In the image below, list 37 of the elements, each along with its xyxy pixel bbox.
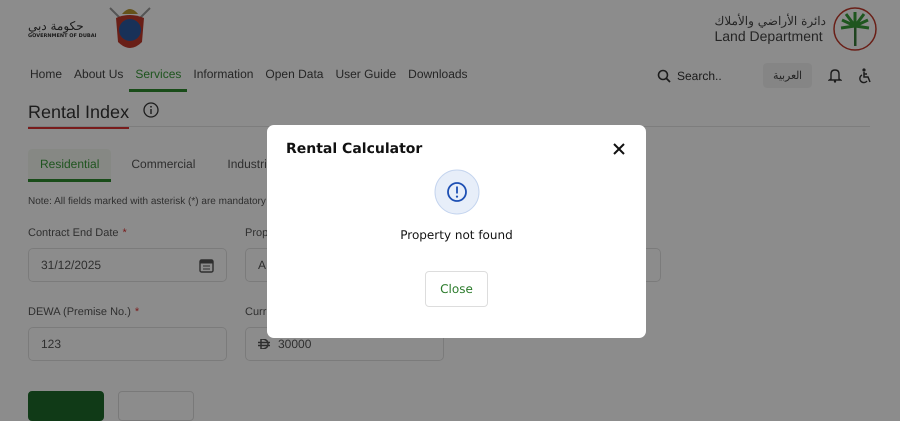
input-field[interactable]: 123 bbox=[28, 327, 227, 361]
nav-link[interactable]: About Us bbox=[68, 63, 130, 86]
logo-arabic-text: دائرة الأراضي والأملاك bbox=[714, 14, 826, 28]
date-field[interactable]: 31/12/2025 bbox=[28, 248, 227, 282]
nav-link[interactable]: Information bbox=[187, 63, 260, 86]
nav-link[interactable]: Downloads bbox=[402, 63, 474, 86]
language-button[interactable]: العربية bbox=[763, 63, 812, 88]
bell-icon[interactable] bbox=[828, 68, 842, 84]
calendar-icon[interactable] bbox=[199, 258, 214, 272]
note-text: Note: All fields marked with asterisk (*) are mandatory bbox=[28, 196, 267, 207]
nav-link[interactable]: User Guide bbox=[329, 63, 402, 86]
logo-english-text: Land Department bbox=[714, 28, 823, 44]
nav-link[interactable]: Services bbox=[129, 63, 188, 92]
field-label: Contract End Date bbox=[28, 227, 118, 240]
field-label: Prop bbox=[245, 227, 268, 240]
close-button[interactable] bbox=[611, 141, 627, 157]
tab[interactable]: Industri bbox=[215, 149, 279, 182]
logo-arabic-text: حكومة دبي bbox=[28, 18, 84, 33]
tab[interactable]: Commercial bbox=[119, 149, 208, 182]
exclamation-icon bbox=[434, 169, 480, 215]
nav-link[interactable]: Home bbox=[24, 63, 68, 86]
search-icon bbox=[657, 68, 671, 83]
tab[interactable]: Residential bbox=[28, 149, 112, 182]
palm-logo-icon bbox=[832, 6, 878, 52]
info-icon[interactable] bbox=[143, 102, 160, 118]
required-mark: * bbox=[134, 306, 140, 318]
nav-link[interactable]: Open Data bbox=[259, 63, 330, 86]
search-field[interactable]: Search.. bbox=[675, 68, 739, 84]
page-title: Rental Index bbox=[28, 102, 130, 128]
close-button[interactable]: Close bbox=[425, 271, 488, 307]
field-label: Curr bbox=[245, 306, 266, 319]
accessibility-icon[interactable] bbox=[858, 68, 872, 84]
dialog-message: Property not found bbox=[400, 228, 513, 242]
field-label: DEWA (Premise No.) bbox=[28, 306, 131, 319]
required-mark: * bbox=[122, 227, 127, 239]
currency-icon bbox=[258, 339, 270, 349]
dialog-title: Rental Calculator bbox=[286, 141, 422, 157]
